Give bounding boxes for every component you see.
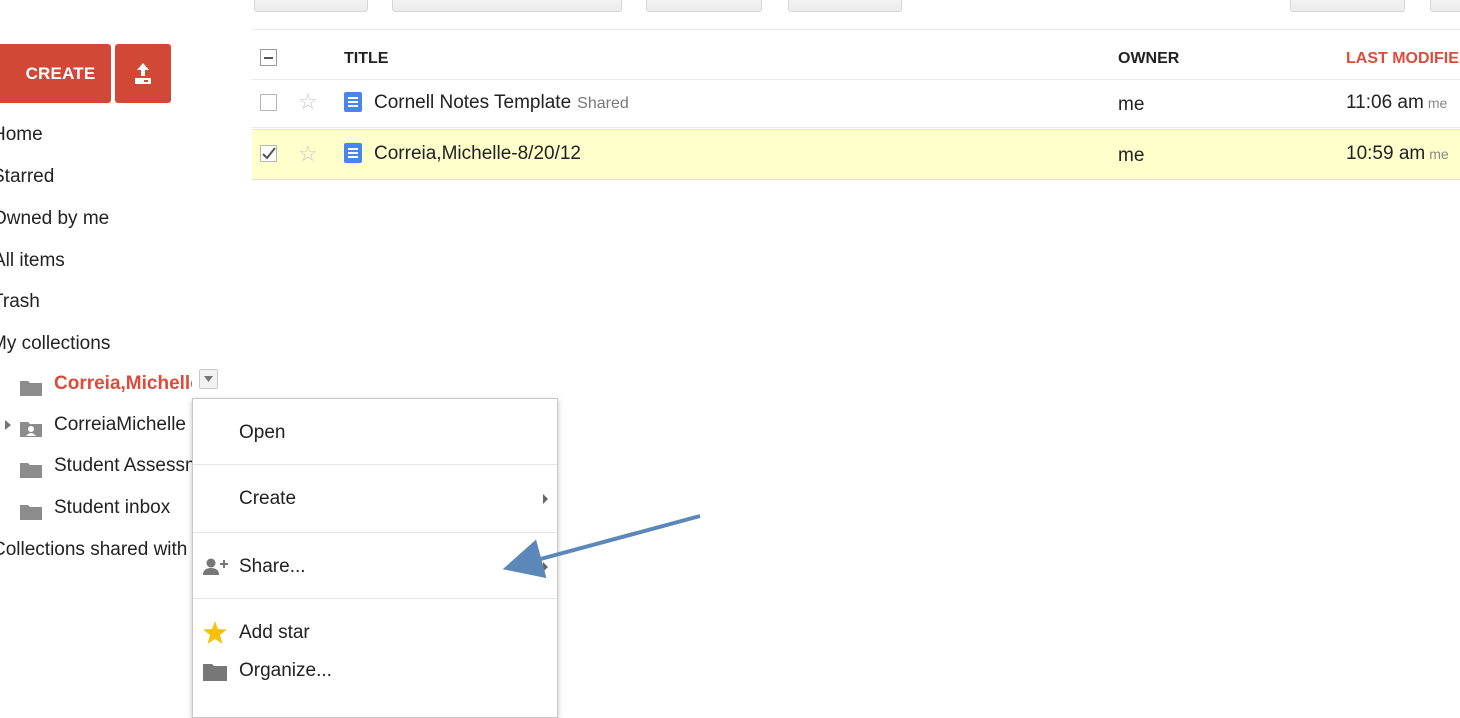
nav-all-items[interactable]: All items — [0, 247, 65, 275]
toolbar-button-4[interactable] — [788, 0, 902, 12]
menu-item-label: Create — [239, 488, 297, 509]
menu-item-label: Share... — [239, 556, 306, 577]
toolbar-button-5[interactable] — [1290, 0, 1405, 12]
nav-starred[interactable]: Starred — [0, 163, 54, 191]
row-title[interactable]: Correia,Michelle-8/20/12 — [374, 130, 581, 181]
collection-label: Correia,Michelle — [54, 373, 192, 394]
submenu-arrow-icon — [543, 562, 548, 572]
row-title[interactable]: Cornell Notes Template Shared — [374, 80, 629, 128]
row-title-text: Correia,Michelle-8/20/12 — [374, 143, 581, 164]
row-modified-time: 10:59 am — [1346, 143, 1426, 164]
collection-student-assessments[interactable]: Student Assessments — [20, 451, 192, 481]
collection-correia-michelle[interactable]: Correia,Michelle — [20, 369, 192, 399]
nav-my-collections[interactable]: My collections — [0, 330, 110, 358]
shared-badge: Shared — [577, 95, 629, 112]
menu-item-open[interactable]: Open — [193, 409, 557, 457]
star-icon[interactable]: ☆ — [298, 90, 318, 114]
select-all-checkbox[interactable] — [260, 49, 277, 66]
menu-item-create[interactable]: Create — [193, 475, 557, 523]
folder-icon — [203, 664, 227, 681]
column-header-owner[interactable]: OWNER — [1118, 44, 1179, 74]
toolbar-button-1[interactable] — [254, 0, 368, 12]
row-title-text: Cornell Notes Template — [374, 92, 572, 113]
toolbar-button-3[interactable] — [646, 0, 762, 12]
row-checkbox-checked[interactable] — [260, 145, 277, 162]
nav-owned-by-me[interactable]: Owned by me — [0, 205, 109, 233]
nav-collections-shared[interactable]: Collections shared with me — [0, 536, 192, 564]
collection-dropdown-button[interactable] — [199, 369, 218, 389]
column-header-title[interactable]: TITLE — [344, 44, 388, 74]
column-header-last-modified[interactable]: LAST MODIFIED — [1346, 44, 1460, 74]
collection-correiamichelle[interactable]: CorreiaMichelle — [20, 410, 186, 440]
menu-separator — [193, 532, 557, 533]
toolbar-button-6[interactable] — [1430, 0, 1460, 12]
minus-icon — [264, 56, 273, 59]
row-owner: me — [1118, 145, 1145, 166]
menu-item-label: Open — [239, 422, 286, 443]
collection-student-inbox[interactable]: Student inbox — [20, 493, 170, 523]
menu-item-label: Organize... — [239, 660, 332, 681]
collection-label: Student Assessments — [54, 455, 192, 476]
row-modified: 11:06 am me — [1346, 80, 1460, 128]
add-person-icon — [203, 558, 228, 575]
sidebar: Home Starred Owned by me All items Trash… — [0, 0, 192, 703]
table-row-selected[interactable]: ☆ Correia,Michelle-8/20/12 me 10:59 am me — [252, 129, 1460, 180]
table-row[interactable]: ☆ Cornell Notes Template Shared me 11:06 … — [252, 80, 1460, 128]
context-menu: Open Create Share... Add star Organize..… — [192, 398, 558, 718]
menu-item-label: Add star — [239, 622, 310, 643]
menu-separator — [193, 598, 557, 599]
row-checkbox[interactable] — [260, 94, 277, 111]
document-icon — [344, 143, 362, 163]
checkmark-icon — [261, 147, 276, 160]
toolbar-divider — [252, 29, 1460, 30]
expand-arrow-icon[interactable] — [5, 420, 11, 430]
shared-folder-icon — [20, 417, 42, 437]
star-icon[interactable]: ☆ — [298, 142, 318, 166]
toolbar-button-2[interactable] — [392, 0, 622, 12]
menu-item-organize[interactable]: Organize... — [193, 654, 557, 688]
nav-home[interactable]: Home — [0, 121, 43, 149]
folder-icon — [20, 500, 42, 520]
document-icon — [344, 92, 362, 112]
collection-label: CorreiaMichelle — [54, 414, 186, 435]
menu-separator — [193, 464, 557, 465]
row-modified-time: 11:06 am — [1346, 92, 1424, 113]
submenu-arrow-icon — [543, 494, 548, 504]
row-modified: 10:59 am me — [1346, 130, 1460, 178]
nav-trash[interactable]: Trash — [0, 288, 40, 316]
star-icon — [203, 621, 227, 644]
menu-item-share[interactable]: Share... — [193, 543, 557, 591]
folder-icon — [20, 376, 42, 396]
collection-label: Student inbox — [54, 497, 171, 518]
row-owner: me — [1118, 94, 1145, 115]
folder-icon — [20, 458, 42, 478]
menu-item-add-star[interactable]: Add star — [193, 616, 557, 650]
row-modified-by: me — [1429, 146, 1449, 162]
chevron-down-icon — [204, 376, 213, 382]
row-modified-by: me — [1427, 95, 1448, 111]
